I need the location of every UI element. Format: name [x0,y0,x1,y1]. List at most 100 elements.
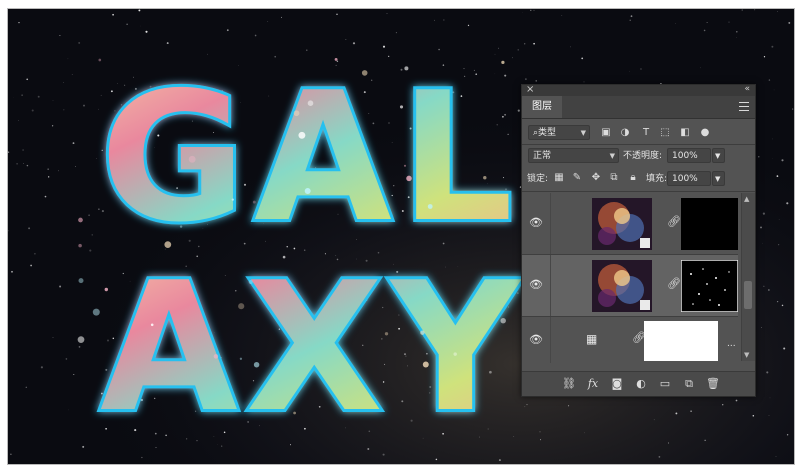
chevron-down-icon: ▼ [580,129,586,137]
pattern-fill-icon[interactable]: ▦ [586,333,604,345]
star [675,412,678,415]
opacity-input[interactable]: 100% [667,148,711,163]
scroll-down-icon[interactable]: ▼ [744,351,749,359]
mask-link-icon[interactable]: 🔗︎ [632,331,646,345]
star [761,327,762,328]
scroll-up-icon[interactable]: ▲ [744,195,749,203]
filter-kind-dropdown[interactable]: ⌕类型 ▼ [528,125,590,140]
galaxy-text: GAL AXY [97,51,523,454]
star [570,46,571,48]
folder-icon[interactable]: ▭ [658,377,672,391]
star [112,13,114,16]
star [777,11,778,12]
panel-tab-row: 图层 [522,96,755,119]
chevron-down-icon: ▼ [715,175,721,183]
star [735,399,738,402]
mask-link-icon[interactable]: 🔗︎ [667,215,681,229]
layers-scrollbar[interactable]: ▲ ▼ [741,193,755,361]
star [63,109,65,111]
sparkle [406,175,412,182]
star [10,453,12,455]
link-icon[interactable]: ⛓︎ [562,377,576,391]
layer-mask-thumbnail[interactable] [644,321,718,361]
lock-all-icon[interactable]: 🔒︎ [627,172,639,184]
sparkle [150,323,154,327]
artboard-icon[interactable]: ⧉ [608,172,620,184]
visibility-eye-icon[interactable]: 👁︎ [529,334,543,345]
star [530,9,532,12]
star [667,442,670,444]
scrollbar-thumb[interactable] [744,281,752,309]
star [22,149,24,151]
tab-layers[interactable]: 图层 [522,96,562,118]
fill-dropdown[interactable]: ▼ [712,171,725,186]
star [768,79,771,81]
layers-panel[interactable]: × « 图层 ⌕类型 ▼ ▣ ◑ T ⬚ ◧ ● 正常 ▼ 不透明度: 100%… [521,84,756,397]
star [68,409,69,411]
layer-mask-thumbnail[interactable] [681,260,738,312]
star [97,108,99,110]
star [703,29,706,32]
trash-icon[interactable]: 🗑︎ [706,377,720,391]
opacity-dropdown[interactable]: ▼ [712,148,725,163]
sparkle [334,57,338,61]
filter-toggle-icon[interactable]: ● [699,127,711,139]
visibility-eye-icon[interactable]: 👁︎ [529,279,543,290]
star [760,226,762,229]
layer-row[interactable]: 👁︎ 🔗︎ [522,193,738,255]
shape-filter-icon[interactable]: ⬚ [659,127,671,139]
divider [550,317,551,363]
star [40,366,43,369]
star [44,195,47,198]
panel-menu-icon[interactable] [739,102,749,111]
star [11,270,13,273]
star [345,39,347,40]
new-layer-icon[interactable]: ⧉ [682,377,696,391]
star [26,164,29,167]
star [140,25,141,27]
close-panel-button[interactable]: × [526,84,534,95]
type-filter-icon[interactable]: T [640,127,652,139]
blend-mode-dropdown[interactable]: 正常 ▼ [528,148,619,163]
adjustment-icon[interactable]: ◐ [634,377,648,391]
layer-thumbnail[interactable] [592,198,652,250]
layer-thumbnail[interactable] [592,260,652,312]
sparkle [164,241,172,248]
panel-titlebar[interactable]: × « [522,84,755,96]
collapse-panel-button[interactable]: « [744,84,750,95]
sparkle [77,336,85,343]
star [766,371,769,374]
photoshop-canvas[interactable]: GAL AXY × « 图层 ⌕类型 ▼ ▣ ◑ T ⬚ ◧ ● 正常 ▼ 不透… [7,8,795,465]
fill-input[interactable]: 100% [667,171,711,186]
star [788,21,791,24]
mask-icon[interactable]: ◙ [610,377,624,391]
layer-row-selected[interactable]: 👁︎ 🔗︎ [522,255,738,317]
sparkle [384,332,389,336]
fx-icon[interactable]: fx [586,377,600,391]
sparkle [427,204,433,209]
lock-pixels-icon[interactable]: ✎ [571,172,583,184]
sparkle [420,330,425,335]
sparkle [231,198,234,201]
sparkle [188,155,196,163]
star [16,162,18,165]
lock-position-icon[interactable]: ✥ [590,172,602,184]
star [773,89,775,91]
adjustment-filter-icon[interactable]: ◑ [619,127,631,139]
visibility-eye-icon[interactable]: 👁︎ [529,217,543,228]
image-filter-icon[interactable]: ▣ [600,127,612,139]
sparkle [298,131,306,139]
sparkle [399,105,404,109]
chevron-down-icon: ▼ [609,152,615,160]
star [26,78,29,81]
star [758,156,760,158]
sparkle [238,303,245,310]
star [497,47,500,49]
star [792,108,794,110]
mask-link-icon[interactable]: 🔗︎ [667,277,681,291]
layer-row[interactable]: 👁︎ ▦ 🔗︎ ... [522,317,738,363]
star [226,29,229,32]
layer-mask-thumbnail[interactable] [681,198,738,250]
smart-object-filter-icon[interactable]: ◧ [679,127,691,139]
lock-transparent-icon[interactable]: ▦ [553,172,565,184]
